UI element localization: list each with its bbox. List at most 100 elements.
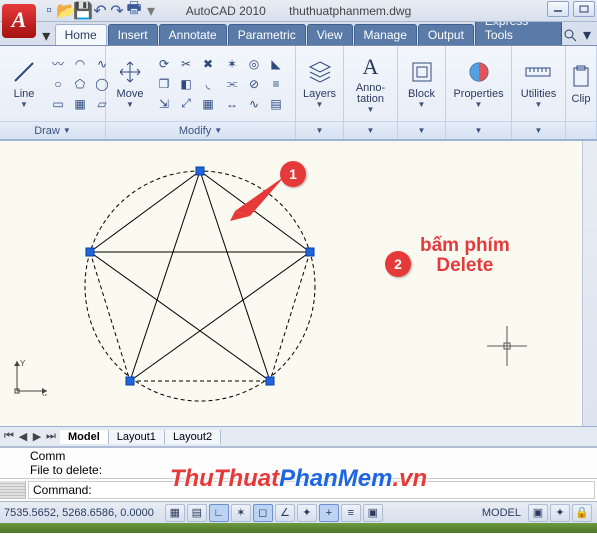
lengthen-icon[interactable]: ↔ [222,95,242,113]
tab-manage[interactable]: Manage [354,24,417,45]
layers-button[interactable]: Layers ▼ [300,56,340,111]
footer-decoration [0,523,597,533]
circle-icon[interactable]: ○ [48,75,68,93]
panel-draw-expand-icon[interactable]: ▼ [63,126,71,135]
grip[interactable] [86,248,95,257]
utilities-button[interactable]: Utilities ▼ [517,56,560,111]
polar-toggle[interactable]: ✶ [231,504,251,522]
chamfer-icon[interactable]: ◣ [266,55,286,73]
properties-button[interactable]: Properties ▼ [450,56,507,111]
title-bar: A ▫ 📂 💾 ↶ ↷ 🖶 ▾ AutoCAD 2010 thuthuatpha… [0,0,597,22]
erase-icon[interactable]: ✖ [198,55,218,73]
measure-icon [524,58,552,86]
layout-tab-layout2[interactable]: Layout2 [165,430,221,444]
grip[interactable] [266,377,275,386]
app-menu-button[interactable]: A [2,4,36,38]
polygon-icon[interactable]: ⬠ [70,75,90,93]
qat-print-icon[interactable]: 🖶 [127,4,141,18]
panel-properties-expand-icon[interactable]: ▼ [475,126,483,135]
panel-utilities-expand-icon[interactable]: ▼ [535,126,543,135]
tab-output[interactable]: Output [418,24,474,45]
panel-modify-expand-icon[interactable]: ▼ [214,126,222,135]
offset-icon[interactable]: ◎ [244,55,264,73]
ucs-icon: Y X [12,356,52,396]
explode-icon[interactable]: ✶ [222,55,242,73]
array-icon[interactable]: ▦ [198,95,218,113]
break-icon[interactable]: ⊘ [244,75,264,93]
layout-nav-next-icon[interactable]: ▶ [30,430,44,444]
align-icon[interactable]: ≡ [266,75,286,93]
panel-layers: Layers ▼ ▼ [296,46,344,139]
tab-view[interactable]: View [307,24,353,45]
osnap-toggle[interactable]: ◻ [253,504,273,522]
panel-clipboard: Clip [566,46,597,139]
tab-insert[interactable]: Insert [108,24,158,45]
edit-polyline-icon[interactable]: ∿ [244,95,264,113]
qat-save-icon[interactable]: 💾 [76,4,90,18]
qat-undo-icon[interactable]: ↶ [93,4,107,18]
tab-parametric[interactable]: Parametric [228,24,306,45]
stretch-icon[interactable]: ⇲ [154,95,174,113]
layout-nav-prev-icon[interactable]: ◀ [16,430,30,444]
ducs-toggle[interactable]: ✦ [297,504,317,522]
drawing-canvas[interactable]: Y X 1 2 bấm phím Delete [0,140,597,427]
arc-icon[interactable]: ◠ [70,55,90,73]
status-layout-icon[interactable]: ▣ [528,504,548,522]
panel-block-expand-icon[interactable]: ▼ [418,126,426,135]
maximize-button[interactable] [573,1,595,17]
properties-label: Properties [453,88,503,100]
layout-nav-last-icon[interactable]: ⏭ [44,430,58,444]
panel-annotation-expand-icon[interactable]: ▼ [367,126,375,135]
copy-icon[interactable]: ❐ [154,75,174,93]
coordinates-readout[interactable]: 7535.5652, 5268.6586, 0.0000 [4,507,154,519]
clipboard-button[interactable]: Clip [561,61,597,107]
edit-hatch-icon[interactable]: ▤ [266,95,286,113]
qat-open-icon[interactable]: 📂 [59,4,73,18]
snap-toggle[interactable]: ▦ [165,504,185,522]
lwt-toggle[interactable]: ≡ [341,504,361,522]
scale-icon[interactable]: ⤢ [176,95,196,113]
layout-tab-layout1[interactable]: Layout1 [109,430,165,444]
ribbon-minimize-icon[interactable]: ▾ [583,25,591,45]
ortho-toggle[interactable]: ∟ [209,504,229,522]
otrack-toggle[interactable]: ∠ [275,504,295,522]
grip[interactable] [196,167,205,176]
layout-tab-model[interactable]: Model [60,430,109,444]
qat-new-icon[interactable]: ▫ [42,4,56,18]
tab-home[interactable]: Home [55,24,107,45]
join-icon[interactable]: ⫘ [222,75,242,93]
tab-annotate[interactable]: Annotate [159,24,227,45]
grip[interactable] [306,248,315,257]
mirror-icon[interactable]: ◧ [176,75,196,93]
block-button[interactable]: Block ▼ [402,56,442,111]
dyn-toggle[interactable]: + [319,504,339,522]
qat-dropdown-icon[interactable]: ▾ [144,4,158,18]
chevron-down-icon: ▼ [20,100,28,109]
minimize-button[interactable] [547,1,569,17]
command-grip-handle[interactable] [0,481,26,499]
status-lock-icon[interactable]: 🔒 [572,504,592,522]
grip[interactable] [126,377,135,386]
trim-icon[interactable]: ✂ [176,55,196,73]
search-icon[interactable] [563,28,577,42]
annotation-badge-2: 2 [385,251,411,277]
rotate-icon[interactable]: ⟳ [154,55,174,73]
qat-redo-icon[interactable]: ↷ [110,4,124,18]
line-button[interactable]: Line ▼ [4,56,44,111]
app-menu-dropdown-icon[interactable]: ▾ [40,27,53,45]
qp-toggle[interactable]: ▣ [363,504,383,522]
annotation-button[interactable]: A Anno- tation ▼ [351,51,391,116]
rectangle-icon[interactable]: ▭ [48,95,68,113]
fillet-icon[interactable]: ◟ [198,75,218,93]
status-model-label[interactable]: MODEL [482,507,521,519]
panel-layers-expand-icon[interactable]: ▼ [316,126,324,135]
hatch-icon[interactable]: ▦ [70,95,90,113]
status-annoscale-icon[interactable]: ✦ [550,504,570,522]
file-name: thuthuatphanmem.dwg [289,4,411,18]
polyline-icon[interactable]: 〰 [48,55,68,73]
move-button[interactable]: Move ▼ [110,56,150,111]
annotation-label: Anno- tation [356,83,385,105]
layout-nav-first-icon[interactable]: ⏮ [2,430,16,444]
grid-toggle[interactable]: ▤ [187,504,207,522]
command-input[interactable]: Command: [28,481,595,499]
